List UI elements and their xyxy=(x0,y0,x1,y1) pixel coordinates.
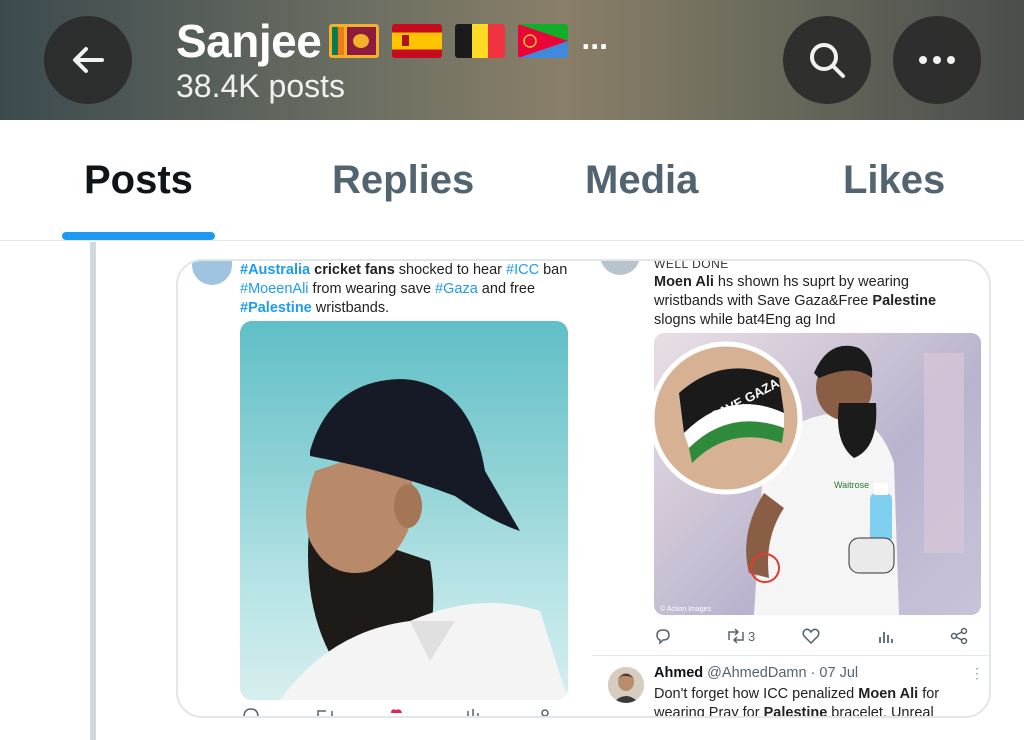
right-post-avatar xyxy=(600,261,640,275)
heart-filled-icon[interactable] xyxy=(388,707,406,717)
reply-icon[interactable] xyxy=(242,707,260,717)
moeen-ali-portrait-photo[interactable] xyxy=(240,321,568,700)
reply-avatar[interactable] xyxy=(608,667,644,703)
right-post-action-row: 3 xyxy=(654,625,974,649)
back-arrow-icon xyxy=(73,47,104,73)
text-segment: wristbands. xyxy=(311,300,390,316)
text-segment: Moen Ali xyxy=(654,274,714,290)
wristband-batting-photo[interactable]: SAVE GAZA Waitrose © Action Images xyxy=(654,333,981,615)
photo-credit: © Action Images xyxy=(660,605,712,613)
sri-lanka-flag-icon xyxy=(329,24,380,58)
text-segment: ban xyxy=(539,262,568,278)
text-segment: from wearing save xyxy=(308,281,436,297)
tab-replies[interactable]: Replies xyxy=(332,158,474,203)
reply-header: Ahmed @AhmedDamn · 07 Jul xyxy=(654,665,858,681)
heart-icon xyxy=(802,628,820,644)
right-post-header-fragment: WELL DONE xyxy=(654,259,729,271)
tab-likes[interactable]: Likes xyxy=(843,158,945,203)
tab-posts[interactable]: Posts xyxy=(84,158,193,203)
share-icon xyxy=(950,627,968,645)
hashtag-palestine[interactable]: #Palestine xyxy=(240,300,312,316)
flags-row: ... xyxy=(329,20,608,58)
reply-text: Don't forget how ICC penalized Moen Ali … xyxy=(654,685,964,718)
profile-header: Sanjee ... 38.4K posts xyxy=(0,0,1024,120)
hashtag-australia[interactable]: #Australia xyxy=(240,262,310,278)
text-segment: Palestine xyxy=(763,705,828,718)
more-options-icon xyxy=(919,56,955,64)
hashtag-gaza[interactable]: #Gaza xyxy=(435,281,478,297)
eritrea-flag-icon xyxy=(518,24,569,58)
right-post-text: Moen Ali hs shown hs suprt by wearing wr… xyxy=(654,273,974,330)
hashtag-moeenali[interactable]: #MoeenAli xyxy=(240,281,309,297)
share-button[interactable] xyxy=(950,625,968,647)
spain-flag-icon xyxy=(392,24,443,58)
reply-divider xyxy=(592,655,989,656)
back-button[interactable] xyxy=(44,16,132,104)
retweet-button[interactable]: 3 xyxy=(726,625,755,647)
text-segment: shocked to hear xyxy=(394,262,507,278)
text-segment: bracelet. Unreal xyxy=(827,705,934,718)
left-post-action-row xyxy=(236,707,566,717)
more-flags-ellipsis: ... xyxy=(581,19,608,56)
retweet-icon xyxy=(728,628,744,644)
left-post-avatar xyxy=(192,261,232,285)
active-tab-indicator xyxy=(62,232,215,240)
profile-title: Sanjee ... xyxy=(176,14,608,68)
text-segment: slogns while bat4Eng ag Ind xyxy=(654,312,836,328)
reply-more-icon[interactable]: ⋮ xyxy=(970,665,984,682)
retweet-icon[interactable] xyxy=(316,707,334,717)
reply-icon xyxy=(656,629,670,645)
reply-handle-date: @AhmedDamn · 07 Jul xyxy=(703,665,859,681)
text-segment: Moen Ali xyxy=(858,686,919,702)
profile-tabs: Posts Replies Media Likes xyxy=(0,120,1024,241)
belgium-flag-icon xyxy=(455,24,506,58)
retweet-count: 3 xyxy=(748,628,756,644)
posts-count: 38.4K posts xyxy=(176,68,345,104)
shirt-sponsor-text: Waitrose xyxy=(834,480,869,490)
text-segment: Don't forget how ICC penalized xyxy=(654,686,859,702)
thread-line xyxy=(90,242,96,740)
like-button[interactable] xyxy=(802,625,820,647)
search-icon xyxy=(810,43,845,78)
reply-author-name[interactable]: Ahmed xyxy=(654,665,703,681)
more-options-button[interactable] xyxy=(893,16,981,104)
analytics-icon xyxy=(879,632,893,643)
hashtag-icc[interactable]: #ICC xyxy=(506,262,539,278)
analytics-icon[interactable] xyxy=(464,707,482,717)
text-segment: and free xyxy=(477,281,536,297)
post-image-card[interactable]: #Australia cricket fans shocked to hear … xyxy=(176,259,991,718)
profile-name: Sanjee xyxy=(176,15,322,67)
reply-button[interactable] xyxy=(654,625,672,647)
analytics-button[interactable] xyxy=(878,625,894,647)
text-segment: cricket fans xyxy=(310,262,395,278)
text-segment: Palestine xyxy=(872,293,937,309)
search-button[interactable] xyxy=(783,16,871,104)
share-icon[interactable] xyxy=(536,707,554,717)
tab-media[interactable]: Media xyxy=(585,158,698,203)
left-post-text: #Australia cricket fans shocked to hear … xyxy=(240,261,580,318)
